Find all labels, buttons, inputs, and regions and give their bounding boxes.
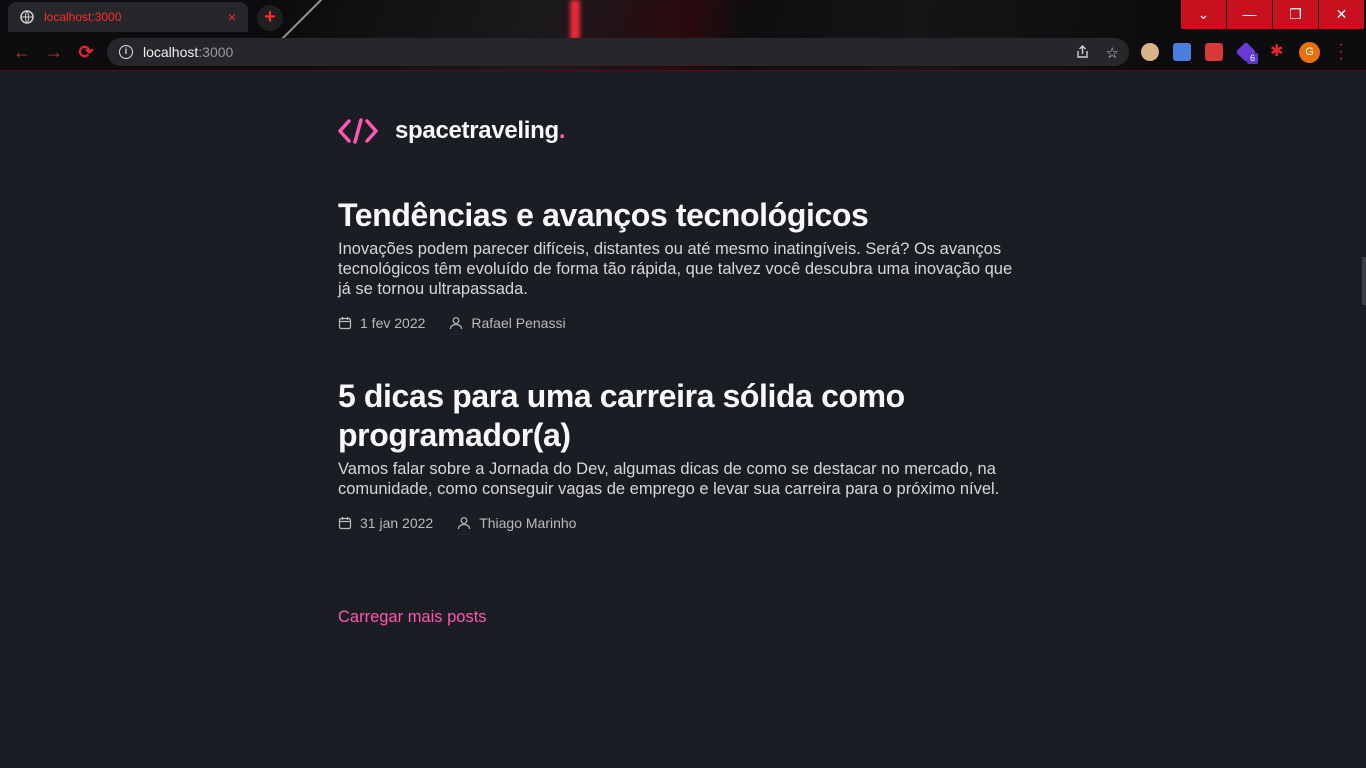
extension-badge: 6 [1247,53,1258,64]
new-tab-button[interactable]: + [257,5,283,31]
share-icon[interactable] [1075,44,1090,63]
profile-avatar[interactable]: G [1299,42,1320,63]
brand-dot: . [558,117,566,144]
browser-chrome: localhost:3000 × + ⌄ — ❐ ✕ ← → ⟳ i local… [0,0,1366,71]
red-extension-icon[interactable] [1205,43,1223,61]
browser-toolbar: ← → ⟳ i localhost :3000 ☆ 6 ✱ G · · · [0,34,1366,70]
post-subtitle: Vamos falar sobre a Jornada do Dev, algu… [338,460,1000,498]
url-port: :3000 [198,44,234,60]
tab-title: localhost:3000 [44,10,122,24]
minimize-button[interactable]: — [1227,0,1272,29]
scrollbar-thumb[interactable] [1362,257,1366,305]
load-more-button[interactable]: Carregar mais posts [338,608,487,627]
extensions-puzzle-icon[interactable]: ✱ [1270,41,1283,61]
forward-arrow-icon[interactable]: → [44,42,64,62]
user-icon [450,317,463,330]
post-author: Rafael Penassi [471,315,566,331]
page-content: spacetraveling . Tendências e avanços te… [0,71,1366,768]
bookmark-star-icon[interactable]: ☆ [1106,44,1119,63]
address-bar[interactable]: i localhost :3000 ☆ [107,38,1129,66]
post-subtitle: Inovações podem parecer difíceis, distan… [338,240,1013,298]
extension-face-icon[interactable] [1141,43,1159,61]
url-host: localhost [143,44,199,60]
post-date: 1 fev 2022 [360,315,426,331]
browser-tab[interactable]: localhost:3000 × [8,2,248,32]
post-title[interactable]: Tendências e avanços tecnológicos [338,196,1028,235]
post-item[interactable]: 5 dicas para uma carreira sólida como pr… [338,377,1028,531]
post-item[interactable]: Tendências e avanços tecnológicos Inovaç… [338,196,1028,331]
post-date: 31 jan 2022 [360,515,434,531]
close-window-button[interactable]: ✕ [1319,0,1364,29]
calendar-icon [338,317,352,330]
code-brackets-icon [338,118,378,144]
restore-button[interactable]: ❐ [1273,0,1318,29]
brand-name: spacetraveling [395,117,559,144]
calendar-icon [338,517,352,530]
post-title[interactable]: 5 dicas para uma carreira sólida como pr… [338,377,1028,455]
reload-icon[interactable]: ⟳ [76,42,96,62]
site-logo[interactable]: spacetraveling . [338,117,566,145]
tab-search-button[interactable]: ⌄ [1181,0,1226,29]
post-meta: 31 jan 2022 Thiago Marinho [338,515,1028,531]
back-arrow-icon[interactable]: ← [12,42,32,62]
browser-menu-icon[interactable]: · · · [1336,37,1346,67]
post-author: Thiago Marinho [479,515,577,531]
tab-close-icon[interactable]: × [228,9,236,25]
translate-extension-icon[interactable] [1173,43,1191,61]
user-icon [458,517,471,530]
globe-icon [20,10,34,24]
site-info-icon[interactable]: i [119,45,133,59]
post-meta: 1 fev 2022 Rafael Penassi [338,315,1028,331]
